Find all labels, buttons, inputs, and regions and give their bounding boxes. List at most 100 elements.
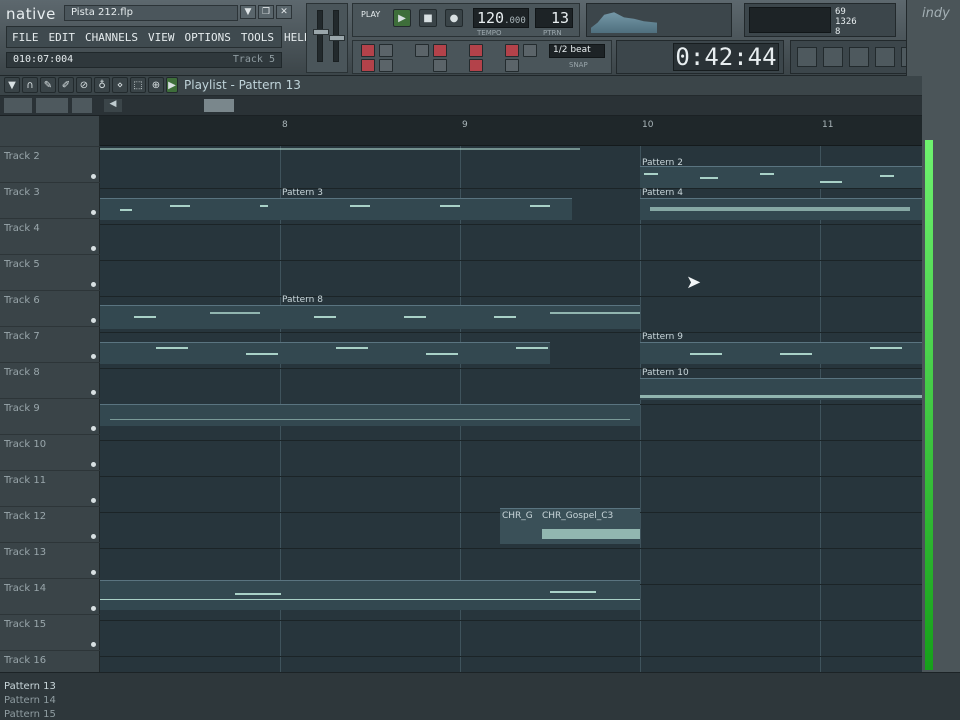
menu-options[interactable]: OPTIONS	[179, 31, 235, 44]
track-mute-dot[interactable]	[91, 174, 96, 179]
horizontal-scroll-thumb[interactable]	[204, 99, 234, 112]
option-button[interactable]	[361, 59, 375, 72]
track-mute-dot[interactable]	[91, 642, 96, 647]
playlist-menu-icon[interactable]: ▼	[4, 77, 20, 93]
tempo-display[interactable]: 120.000	[473, 8, 529, 28]
track-header[interactable]: Track 11	[0, 470, 100, 506]
option-button[interactable]	[433, 44, 447, 57]
audio-clip[interactable]: CHR_G CHR_Gospel_C3	[500, 508, 640, 544]
track-mute-dot[interactable]	[91, 426, 96, 431]
ram-value: 1326	[835, 17, 857, 27]
pattern-clip[interactable]: Pattern 9	[640, 332, 922, 364]
option-button[interactable]	[523, 44, 537, 57]
track-mute-dot[interactable]	[91, 498, 96, 503]
close-icon[interactable]: ✕	[276, 5, 292, 19]
option-button[interactable]	[379, 44, 393, 57]
track-mute-dot[interactable]	[91, 390, 96, 395]
pattern-clip[interactable]: Pattern 8	[100, 295, 640, 329]
option-button[interactable]	[469, 44, 483, 57]
option-button[interactable]	[505, 44, 519, 57]
play-button[interactable]: ▶	[393, 9, 411, 27]
option-button[interactable]	[361, 44, 375, 57]
track-mute-dot[interactable]	[91, 282, 96, 287]
master-pitch-slider[interactable]	[329, 10, 345, 62]
option-button[interactable]	[379, 59, 393, 72]
track-mute-dot[interactable]	[91, 246, 96, 251]
playlist-grid[interactable]: Pattern 2 Pattern 3 Pattern 4 Pattern 8 …	[100, 146, 922, 672]
pattern-item[interactable]: Pattern 15	[4, 709, 56, 720]
track-mute-dot[interactable]	[91, 318, 96, 323]
cpu-value: 69	[835, 7, 846, 17]
track-name: Track 7	[4, 331, 40, 342]
pencil-icon[interactable]: ✎	[40, 77, 56, 93]
menu-bar: FILE EDIT CHANNELS VIEW OPTIONS TOOLS HE…	[6, 26, 310, 48]
option-button[interactable]	[469, 59, 483, 72]
pattern-clip-continued[interactable]	[100, 342, 550, 364]
slice-icon[interactable]: ⋄	[112, 77, 128, 93]
track-mute-dot[interactable]	[91, 210, 96, 215]
track-header[interactable]: Track 10	[0, 434, 100, 470]
pattern-clip-continued[interactable]	[100, 580, 640, 610]
track-mute-dot[interactable]	[91, 606, 96, 611]
track-header[interactable]: Track 12	[0, 506, 100, 542]
track-header[interactable]: Track 15	[0, 614, 100, 650]
pattern-item[interactable]: Pattern 13	[4, 681, 56, 692]
pattern-clip[interactable]: Pattern 4	[640, 188, 922, 220]
track-header[interactable]: Track 4	[0, 218, 100, 254]
curve-icon[interactable]	[36, 98, 68, 113]
timeline-ruler[interactable]: 8 9 10 11	[100, 116, 922, 146]
pattern-clip[interactable]: Pattern 3	[100, 188, 572, 220]
tempo-value: 120	[477, 9, 505, 27]
menu-file[interactable]: FILE	[7, 31, 44, 44]
restore-icon[interactable]: ❐	[258, 5, 274, 19]
pattern-clip-continued[interactable]	[100, 404, 640, 426]
zoom-icon[interactable]: ⊕	[148, 77, 164, 93]
track-header[interactable]: Track 3	[0, 182, 100, 218]
track-header[interactable]: Track 6	[0, 290, 100, 326]
master-volume-slider[interactable]	[313, 10, 329, 62]
track-name: Track 3	[4, 187, 40, 198]
track-header[interactable]: Track 5	[0, 254, 100, 290]
track-mute-dot[interactable]	[91, 534, 96, 539]
option-button[interactable]	[415, 44, 429, 57]
playlist-header: ▼ ∩ ✎ ✐ ⊘ ♁ ⋄ ⬚ ⊕ ▶	[0, 76, 922, 96]
track-header[interactable]: Track 8	[0, 362, 100, 398]
playlist-scroll-bar: ◀	[0, 96, 922, 116]
select-icon[interactable]: ⬚	[130, 77, 146, 93]
mouse-cursor-icon: ➤	[686, 272, 702, 293]
menu-view[interactable]: VIEW	[143, 31, 180, 44]
track-header[interactable]: Track 13	[0, 542, 100, 578]
brush-icon[interactable]: ✐	[58, 77, 74, 93]
track-mute-dot[interactable]	[91, 462, 96, 467]
shortcut-button[interactable]	[797, 47, 817, 67]
option-button[interactable]	[505, 59, 519, 72]
shortcut-button[interactable]	[849, 47, 869, 67]
track-header[interactable]: Track 14	[0, 578, 100, 614]
menu-tools[interactable]: TOOLS	[236, 31, 279, 44]
pattern-item[interactable]: Pattern 14	[4, 695, 56, 706]
magnet-icon[interactable]: ∩	[22, 77, 38, 93]
track-header[interactable]: Track 9	[0, 398, 100, 434]
track-mute-dot[interactable]	[91, 354, 96, 359]
shortcut-button[interactable]	[875, 47, 895, 67]
stop-button[interactable]: ■	[419, 9, 437, 27]
option-button[interactable]	[433, 59, 447, 72]
track-mute-dot[interactable]	[91, 570, 96, 575]
track-header[interactable]: Track 2	[0, 146, 100, 182]
pattern-clip[interactable]: Pattern 2	[640, 158, 922, 188]
pattern-number[interactable]: 13	[535, 8, 573, 28]
track-header[interactable]: Track 16	[0, 650, 100, 672]
scroll-left-icon[interactable]: ◀	[104, 99, 122, 112]
delete-icon[interactable]: ⊘	[76, 77, 92, 93]
track-header[interactable]: Track 7	[0, 326, 100, 362]
menu-channels[interactable]: CHANNELS	[80, 31, 143, 44]
shortcut-button[interactable]	[823, 47, 843, 67]
dropdown-icon[interactable]: ▼	[240, 5, 256, 19]
mute-icon[interactable]: ♁	[94, 77, 110, 93]
view-toggle-button[interactable]	[4, 98, 32, 113]
record-button[interactable]: ●	[445, 9, 463, 27]
menu-edit[interactable]: EDIT	[44, 31, 81, 44]
pattern-clip[interactable]: Pattern 10	[640, 368, 922, 400]
note-icon[interactable]	[72, 98, 92, 113]
snap-selector[interactable]: 1/2 beat	[549, 44, 605, 58]
